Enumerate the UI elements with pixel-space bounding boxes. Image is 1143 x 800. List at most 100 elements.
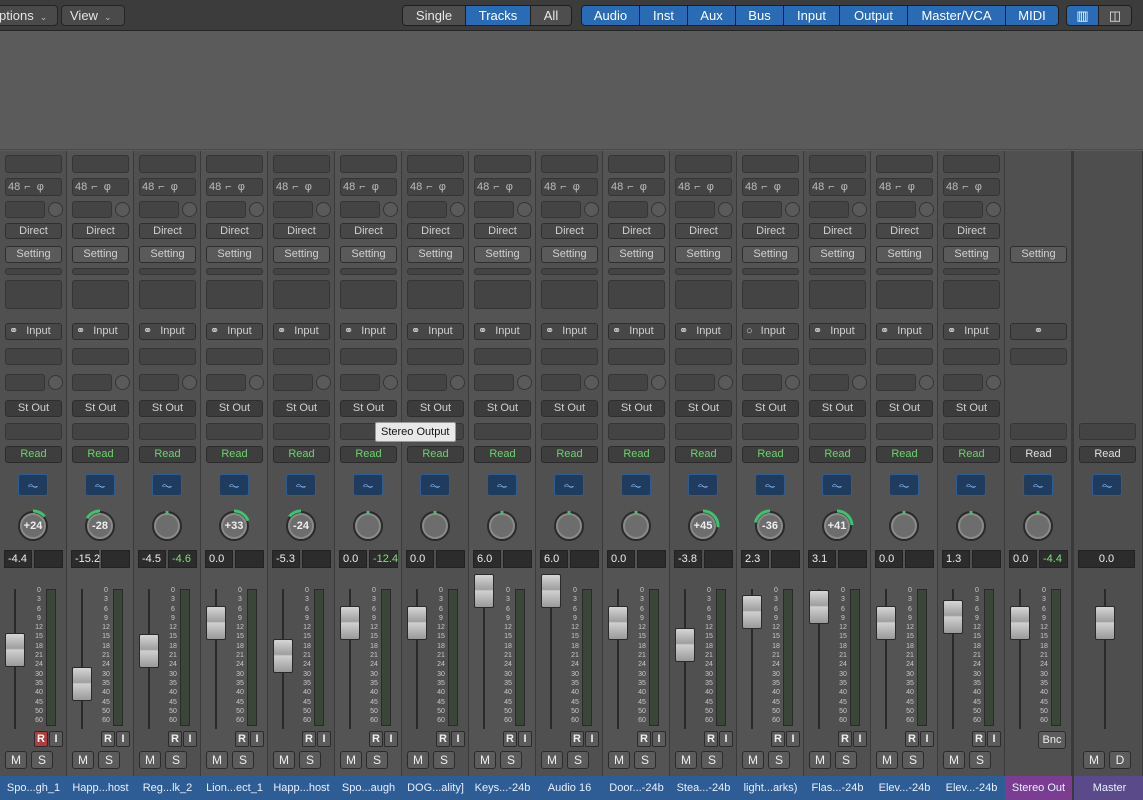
bounce-button[interactable]: Bnc <box>1038 731 1066 749</box>
eq-display[interactable] <box>206 155 263 173</box>
audio-fx-slot[interactable] <box>273 280 330 309</box>
gain-slot[interactable] <box>742 201 782 218</box>
wide-strip-icon[interactable]: ◫ <box>1099 6 1131 25</box>
send-knob[interactable] <box>383 375 398 390</box>
view-menu[interactable]: View ⌄ <box>61 5 125 26</box>
send-knob[interactable] <box>651 375 666 390</box>
send-knob[interactable] <box>584 375 599 390</box>
midi-fx-slot[interactable] <box>943 268 1000 275</box>
automation-mode-button[interactable]: Read <box>206 446 263 463</box>
setting-button[interactable]: Setting <box>139 246 196 263</box>
send-slot[interactable] <box>273 348 330 365</box>
send-slot[interactable] <box>1010 348 1067 365</box>
gain-knob[interactable] <box>584 202 599 217</box>
direct-button[interactable]: Direct <box>206 223 263 239</box>
hpf-icon[interactable]: ⌐ <box>359 181 365 193</box>
gain-knob[interactable] <box>517 202 532 217</box>
send-level[interactable] <box>139 374 179 391</box>
peak-readout[interactable]: -4.6 <box>168 550 197 568</box>
setting-button[interactable]: Setting <box>675 246 732 263</box>
phase-invert-icon[interactable]: φ <box>305 181 312 193</box>
automation-mode-button[interactable]: Read <box>5 446 62 463</box>
volume-fader[interactable] <box>340 606 360 640</box>
setting-button[interactable]: Setting <box>72 246 129 263</box>
stereo-link-icon[interactable]: ⚭ <box>1010 323 1067 340</box>
eq-display[interactable] <box>742 155 799 173</box>
gain-knob[interactable] <box>919 202 934 217</box>
track-name[interactable]: Stea...-24b <box>670 776 737 800</box>
setting-button[interactable]: Setting <box>943 246 1000 263</box>
send-slot[interactable] <box>943 348 1000 365</box>
phase-invert-icon[interactable]: φ <box>707 181 714 193</box>
peak-readout[interactable] <box>302 550 331 568</box>
input-button[interactable]: ⚭ Input <box>675 323 732 340</box>
volume-fader[interactable] <box>809 590 829 625</box>
gain-slot[interactable] <box>675 201 715 218</box>
peak-readout[interactable] <box>771 550 800 568</box>
pan-knob[interactable] <box>1021 509 1055 543</box>
mute-button[interactable]: M <box>809 751 831 769</box>
filter-midi[interactable]: MIDI <box>1006 6 1058 25</box>
mute-button[interactable]: M <box>474 751 496 769</box>
gain-slot[interactable] <box>541 201 581 218</box>
audio-fx-slot[interactable] <box>742 280 799 309</box>
volume-readout[interactable]: 0.0 <box>406 550 434 568</box>
input-monitor-button[interactable]: I <box>920 731 934 747</box>
mute-button[interactable]: M <box>273 751 295 769</box>
gain-knob[interactable] <box>48 202 63 217</box>
record-enable-button[interactable]: R <box>704 731 718 747</box>
send-level[interactable] <box>206 374 246 391</box>
input-button[interactable]: ⚭ Input <box>608 323 665 340</box>
gain-slot[interactable] <box>139 201 179 218</box>
hpf-icon[interactable]: ⌐ <box>828 181 834 193</box>
eq-display[interactable] <box>340 155 397 173</box>
audio-fx-slot[interactable] <box>474 280 531 309</box>
solo-button[interactable]: S <box>835 751 857 769</box>
volume-fader[interactable] <box>407 606 427 640</box>
pan-knob[interactable] <box>552 509 586 543</box>
phase-invert-icon[interactable]: φ <box>506 181 513 193</box>
setting-button[interactable]: Setting <box>608 246 665 263</box>
pan-knob[interactable] <box>150 509 184 543</box>
send-knob[interactable] <box>718 375 733 390</box>
input-monitor-button[interactable]: I <box>317 731 331 747</box>
track-name[interactable]: Flas...-24b <box>804 776 871 800</box>
eq-display[interactable] <box>608 155 665 173</box>
track-name[interactable]: Spo...augh <box>335 776 402 800</box>
output-button[interactable]: St Out <box>72 400 129 417</box>
phase-invert-icon[interactable]: φ <box>975 181 982 193</box>
direct-button[interactable]: Direct <box>876 223 933 239</box>
volume-fader[interactable] <box>742 594 762 629</box>
setting-button[interactable]: Setting <box>541 246 598 263</box>
track-name[interactable]: Keys...-24b <box>469 776 536 800</box>
gain-slot[interactable] <box>809 201 849 218</box>
hpf-icon[interactable]: ⌐ <box>24 181 30 193</box>
volume-readout[interactable]: 0.0 <box>607 550 635 568</box>
input-monitor-button[interactable]: I <box>518 731 532 747</box>
track-name[interactable]: light...arks) <box>737 776 804 800</box>
peak-readout[interactable] <box>704 550 733 568</box>
midi-fx-slot[interactable] <box>206 268 263 275</box>
track-name[interactable]: Audio 16 <box>536 776 603 800</box>
group-slot[interactable] <box>5 423 62 440</box>
mute-button[interactable]: M <box>541 751 563 769</box>
group-slot[interactable] <box>72 423 129 440</box>
track-name[interactable]: Elev...-24b <box>871 776 938 800</box>
send-level[interactable] <box>273 374 313 391</box>
gain-slot[interactable] <box>5 201 45 218</box>
mute-button[interactable]: M <box>139 751 161 769</box>
record-enable-button[interactable]: R <box>637 731 651 747</box>
direct-button[interactable]: Direct <box>742 223 799 239</box>
solo-button[interactable]: S <box>902 751 924 769</box>
input-monitor-button[interactable]: I <box>451 731 465 747</box>
send-knob[interactable] <box>517 375 532 390</box>
direct-button[interactable]: Direct <box>943 223 1000 239</box>
record-enable-button[interactable]: R <box>101 731 115 747</box>
direct-button[interactable]: Direct <box>608 223 665 239</box>
volume-readout[interactable]: -15.2 <box>71 550 100 568</box>
midi-fx-slot[interactable] <box>139 268 196 275</box>
mute-button[interactable]: M <box>5 751 27 769</box>
group-slot[interactable] <box>809 423 866 440</box>
input-button[interactable]: ⚭ Input <box>139 323 196 340</box>
direct-button[interactable]: Direct <box>541 223 598 239</box>
